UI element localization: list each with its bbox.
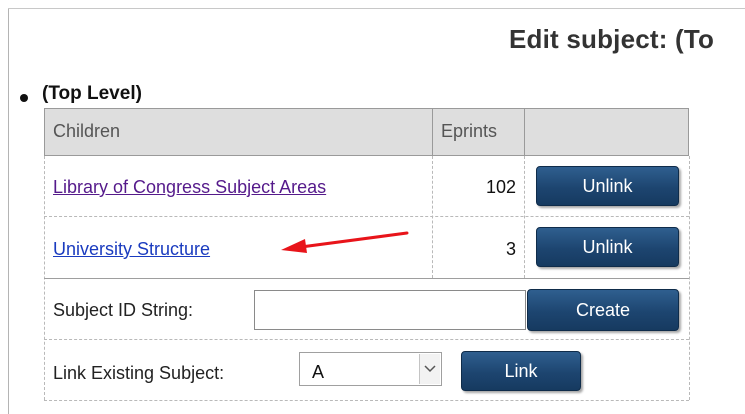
create-button[interactable]: Create: [527, 289, 679, 331]
page-title: Edit subject: (To: [509, 24, 715, 54]
header-divider: [524, 108, 525, 156]
column-header-eprints: Eprints: [441, 121, 498, 141]
page-border-top: [8, 8, 745, 9]
table-bottom-border: [44, 400, 689, 401]
top-level-label: (Top Level): [42, 83, 142, 104]
subject-link-library-of-congress[interactable]: Library of Congress Subject Areas: [53, 177, 326, 198]
eprints-count: 3: [505, 239, 516, 259]
unlink-button[interactable]: Unlink: [536, 166, 679, 206]
existing-subject-select[interactable]: A: [299, 352, 442, 386]
page-border-left: [8, 8, 9, 414]
subject-id-label: Subject ID String:: [53, 300, 194, 320]
unlink-button[interactable]: Unlink: [536, 227, 679, 267]
table-right-border: [689, 156, 690, 400]
subject-id-input[interactable]: [254, 290, 526, 330]
link-existing-label: Link Existing Subject:: [53, 363, 225, 383]
header-divider: [432, 108, 433, 156]
red-arrow-icon: [281, 231, 409, 253]
cell-divider: [524, 156, 525, 278]
row-divider: [44, 216, 689, 217]
row-divider: [44, 339, 689, 340]
row-divider: [44, 278, 689, 279]
cell-divider: [432, 156, 433, 278]
column-header-children: Children: [53, 121, 121, 141]
chevron-down-icon[interactable]: [419, 354, 440, 384]
selected-subject: A: [312, 362, 325, 382]
subject-link-university-structure[interactable]: University Structure: [53, 239, 210, 260]
bullet-icon: [20, 94, 28, 102]
eprints-count: 102: [485, 177, 516, 197]
table-header: [44, 108, 689, 156]
link-button[interactable]: Link: [461, 351, 581, 391]
